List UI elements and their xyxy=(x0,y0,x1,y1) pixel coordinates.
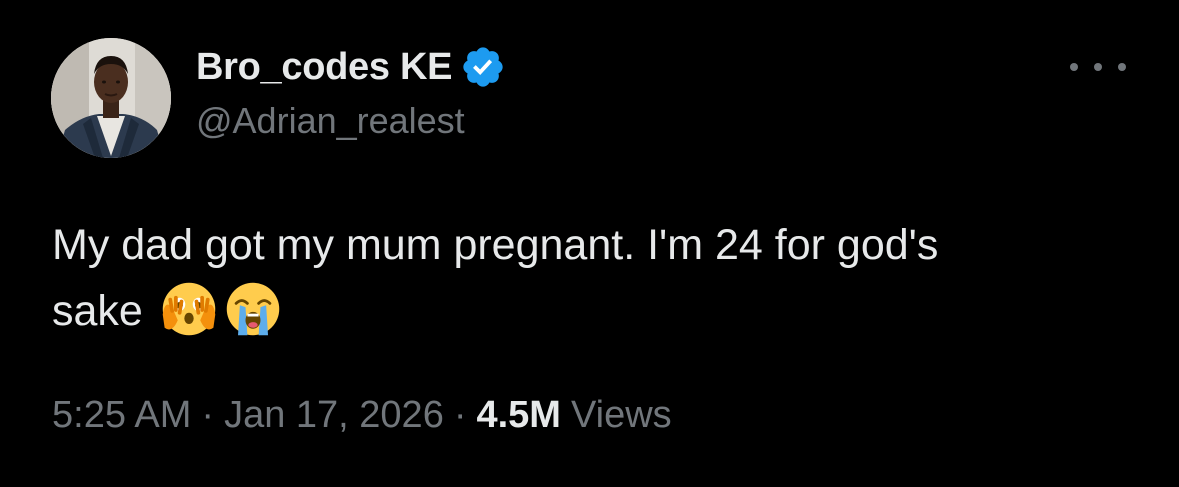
meta-separator: · xyxy=(201,394,215,436)
display-name[interactable]: Bro_codes KE xyxy=(196,46,452,89)
profile-photo-icon xyxy=(51,38,171,158)
name-row: Bro_codes KE xyxy=(196,40,506,94)
tweet-text-line1: My dad got my mum pregnant. I'm 24 for g… xyxy=(52,221,939,269)
loudly-crying-face-icon xyxy=(226,282,280,336)
more-dot-icon xyxy=(1118,63,1126,71)
more-dot-icon xyxy=(1094,63,1102,71)
tweet-time[interactable]: 5:25 AM xyxy=(52,394,191,437)
author-block: Bro_codes KE @Adrian_realest xyxy=(196,40,506,142)
views-count[interactable]: 4.5M xyxy=(476,394,560,437)
face-with-open-eyes-hand-over-mouth-icon xyxy=(162,282,216,336)
verified-badge-icon[interactable] xyxy=(460,44,506,90)
tweet-meta: 5:25 AM · Jan 17, 2026 · 4.5M Views xyxy=(52,394,672,437)
views-label: Views xyxy=(570,394,672,436)
meta-separator: · xyxy=(453,394,467,436)
tweet-text-line2: sake xyxy=(52,287,143,335)
tweet-date[interactable]: Jan 17, 2026 xyxy=(224,394,444,437)
avatar[interactable] xyxy=(51,38,171,158)
more-options-button[interactable] xyxy=(1070,52,1126,82)
more-dot-icon xyxy=(1070,63,1078,71)
tweet-text: My dad got my mum pregnant. I'm 24 for g… xyxy=(52,212,1152,344)
author-handle[interactable]: @Adrian_realest xyxy=(196,100,506,142)
tweet-card: Bro_codes KE @Adrian_realest My dad got … xyxy=(0,0,1179,487)
